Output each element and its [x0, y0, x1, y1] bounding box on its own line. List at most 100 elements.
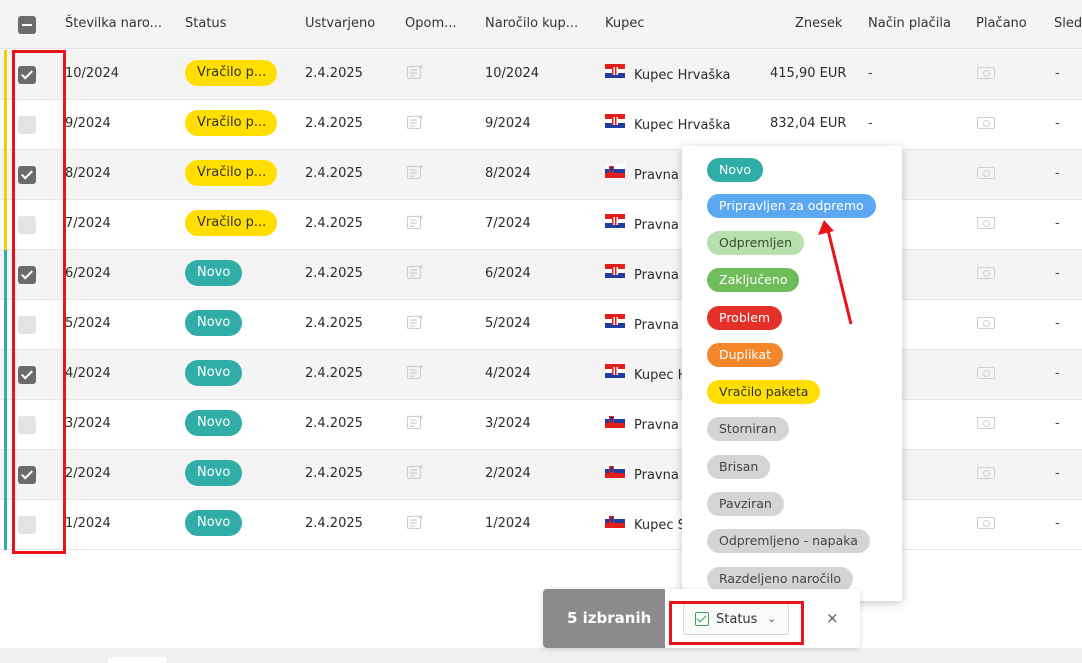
- flag-stripe: [605, 423, 625, 428]
- status-option[interactable]: Pripravljen za odpremo: [707, 194, 876, 218]
- table-row[interactable]: 7/2024 Vračilo p... 2.4.2025 7/2024 Pravna o…: [0, 200, 1082, 250]
- created-date: 2.4.2025: [305, 316, 363, 331]
- annotation-arrow: [818, 220, 853, 325]
- col-payment-method[interactable]: Način plačila: [868, 16, 951, 31]
- status-badge[interactable]: Novo: [185, 310, 243, 336]
- selection-count-panel: 5 izbranih: [543, 589, 665, 648]
- col-buyer[interactable]: Kupec: [605, 16, 645, 31]
- status-badge[interactable]: Vračilo p...: [185, 60, 277, 86]
- tracking: -: [1055, 416, 1060, 431]
- flag-coat-of-arms: [612, 67, 618, 75]
- select-all-checkbox[interactable]: [18, 16, 36, 34]
- status-option[interactable]: Zaključeno: [707, 268, 800, 292]
- status-option[interactable]: Storniran: [707, 417, 789, 441]
- table-row[interactable]: 9/2024 Vračilo p... 2.4.2025 9/2024 Kupec Hr…: [0, 100, 1082, 150]
- note-icon[interactable]: [407, 115, 423, 129]
- customer-order-number: 8/2024: [485, 166, 531, 181]
- croatia-flag-icon: [605, 364, 625, 378]
- status-option[interactable]: Razdeljeno naročilo: [707, 567, 853, 591]
- status-badge[interactable]: Vračilo p...: [185, 160, 277, 186]
- note-icon[interactable]: [407, 265, 423, 279]
- payment-method: -: [868, 116, 873, 131]
- status-badge[interactable]: Vračilo p...: [185, 110, 277, 136]
- col-tracking[interactable]: Sled: [1054, 16, 1082, 31]
- slovenia-flag-icon: [605, 414, 625, 428]
- order-number[interactable]: 3/2024: [65, 416, 111, 431]
- tracking: -: [1055, 516, 1060, 531]
- payment-icon[interactable]: [977, 317, 995, 329]
- payment-icon[interactable]: [977, 117, 995, 129]
- status-button-highlight: [669, 601, 804, 645]
- table-row[interactable]: 8/2024 Vračilo p... 2.4.2025 8/2024 Pravna o…: [0, 150, 1082, 200]
- order-number[interactable]: 5/2024: [65, 316, 111, 331]
- order-number[interactable]: 8/2024: [65, 166, 111, 181]
- status-option[interactable]: Pavziran: [707, 492, 784, 516]
- status-option[interactable]: Vračilo paketa: [707, 380, 821, 404]
- payment-icon[interactable]: [977, 367, 995, 379]
- order-number[interactable]: 1/2024: [65, 516, 111, 531]
- col-order-number[interactable]: Številka naro...: [65, 16, 162, 31]
- close-icon[interactable]: ×: [826, 609, 839, 627]
- flag-coat-of-arms: [612, 267, 618, 275]
- flag-stripe: [605, 523, 625, 528]
- note-icon[interactable]: [407, 415, 423, 429]
- payment-icon[interactable]: [977, 467, 995, 479]
- status-badge[interactable]: Novo: [185, 260, 243, 286]
- payment-icon[interactable]: [977, 267, 995, 279]
- col-amount[interactable]: Znesek: [795, 16, 842, 31]
- order-number[interactable]: 10/2024: [65, 66, 119, 81]
- table-row[interactable]: 6/2024 Novo 2.4.2025 6/2024 Pravna o-: [0, 250, 1082, 300]
- note-icon[interactable]: [407, 165, 423, 179]
- col-created[interactable]: Ustvarjeno: [305, 16, 375, 31]
- note-icon[interactable]: [407, 365, 423, 379]
- table-row[interactable]: 1/2024 Novo 2.4.2025 1/2024 Kupec S -: [0, 500, 1082, 550]
- status-badge[interactable]: Novo: [185, 510, 243, 536]
- status-option[interactable]: Duplikat: [707, 343, 784, 367]
- status-option[interactable]: Novo: [707, 158, 764, 182]
- payment-icon[interactable]: [977, 167, 995, 179]
- payment-icon[interactable]: [977, 517, 995, 529]
- col-status[interactable]: Status: [185, 16, 226, 31]
- tracking: -: [1055, 366, 1060, 381]
- status-option[interactable]: Odpremljen: [707, 231, 804, 255]
- payment-icon[interactable]: [977, 417, 995, 429]
- croatia-flag-icon: [605, 264, 625, 278]
- col-paid[interactable]: Plačano: [976, 16, 1027, 31]
- note-icon[interactable]: [407, 215, 423, 229]
- order-number[interactable]: 6/2024: [65, 266, 111, 281]
- status-option[interactable]: Brisan: [707, 455, 771, 479]
- customer-order-number: 4/2024: [485, 366, 531, 381]
- table-row[interactable]: 10/2024 Vračilo p... 2.4.2025 10/2024 Kupec …: [0, 50, 1082, 100]
- order-number[interactable]: 4/2024: [65, 366, 111, 381]
- order-number[interactable]: 2/2024: [65, 466, 111, 481]
- table-row[interactable]: 2/2024 Novo 2.4.2025 2/2024 Pravna o-: [0, 450, 1082, 500]
- flag-coat-of-arms: [612, 217, 618, 225]
- note-icon[interactable]: [407, 515, 423, 529]
- status-badge[interactable]: Vračilo p...: [185, 210, 277, 236]
- checkbox-highlight: [12, 50, 66, 554]
- order-number[interactable]: 7/2024: [65, 216, 111, 231]
- croatia-flag-icon: [605, 114, 625, 128]
- status-badge[interactable]: Novo: [185, 360, 243, 386]
- customer-order-number: 2/2024: [485, 466, 531, 481]
- created-date: 2.4.2025: [305, 116, 363, 131]
- col-customer-order[interactable]: Naročilo kup...: [485, 16, 578, 31]
- flag-stripe: [605, 473, 625, 478]
- note-icon[interactable]: [407, 315, 423, 329]
- table-row[interactable]: 3/2024 Novo 2.4.2025 3/2024 Pravna o-: [0, 400, 1082, 450]
- status-color-bar: [4, 300, 7, 350]
- note-icon[interactable]: [407, 465, 423, 479]
- table-row[interactable]: 4/2024 Novo 2.4.2025 4/2024 Kupec H -: [0, 350, 1082, 400]
- status-option[interactable]: Problem: [707, 306, 783, 330]
- status-badge[interactable]: Novo: [185, 410, 243, 436]
- note-icon[interactable]: [407, 65, 423, 79]
- flag-coat-of-arms: [612, 117, 618, 125]
- status-option[interactable]: Odpremljeno - napaka: [707, 529, 870, 553]
- col-notes[interactable]: Opom...: [405, 16, 457, 31]
- payment-icon[interactable]: [977, 67, 995, 79]
- table-row[interactable]: 5/2024 Novo 2.4.2025 5/2024 Pravna o-: [0, 300, 1082, 350]
- status-badge[interactable]: Novo: [185, 460, 243, 486]
- order-number[interactable]: 9/2024: [65, 116, 111, 131]
- payment-icon[interactable]: [977, 217, 995, 229]
- slovenia-flag-icon: [605, 464, 625, 478]
